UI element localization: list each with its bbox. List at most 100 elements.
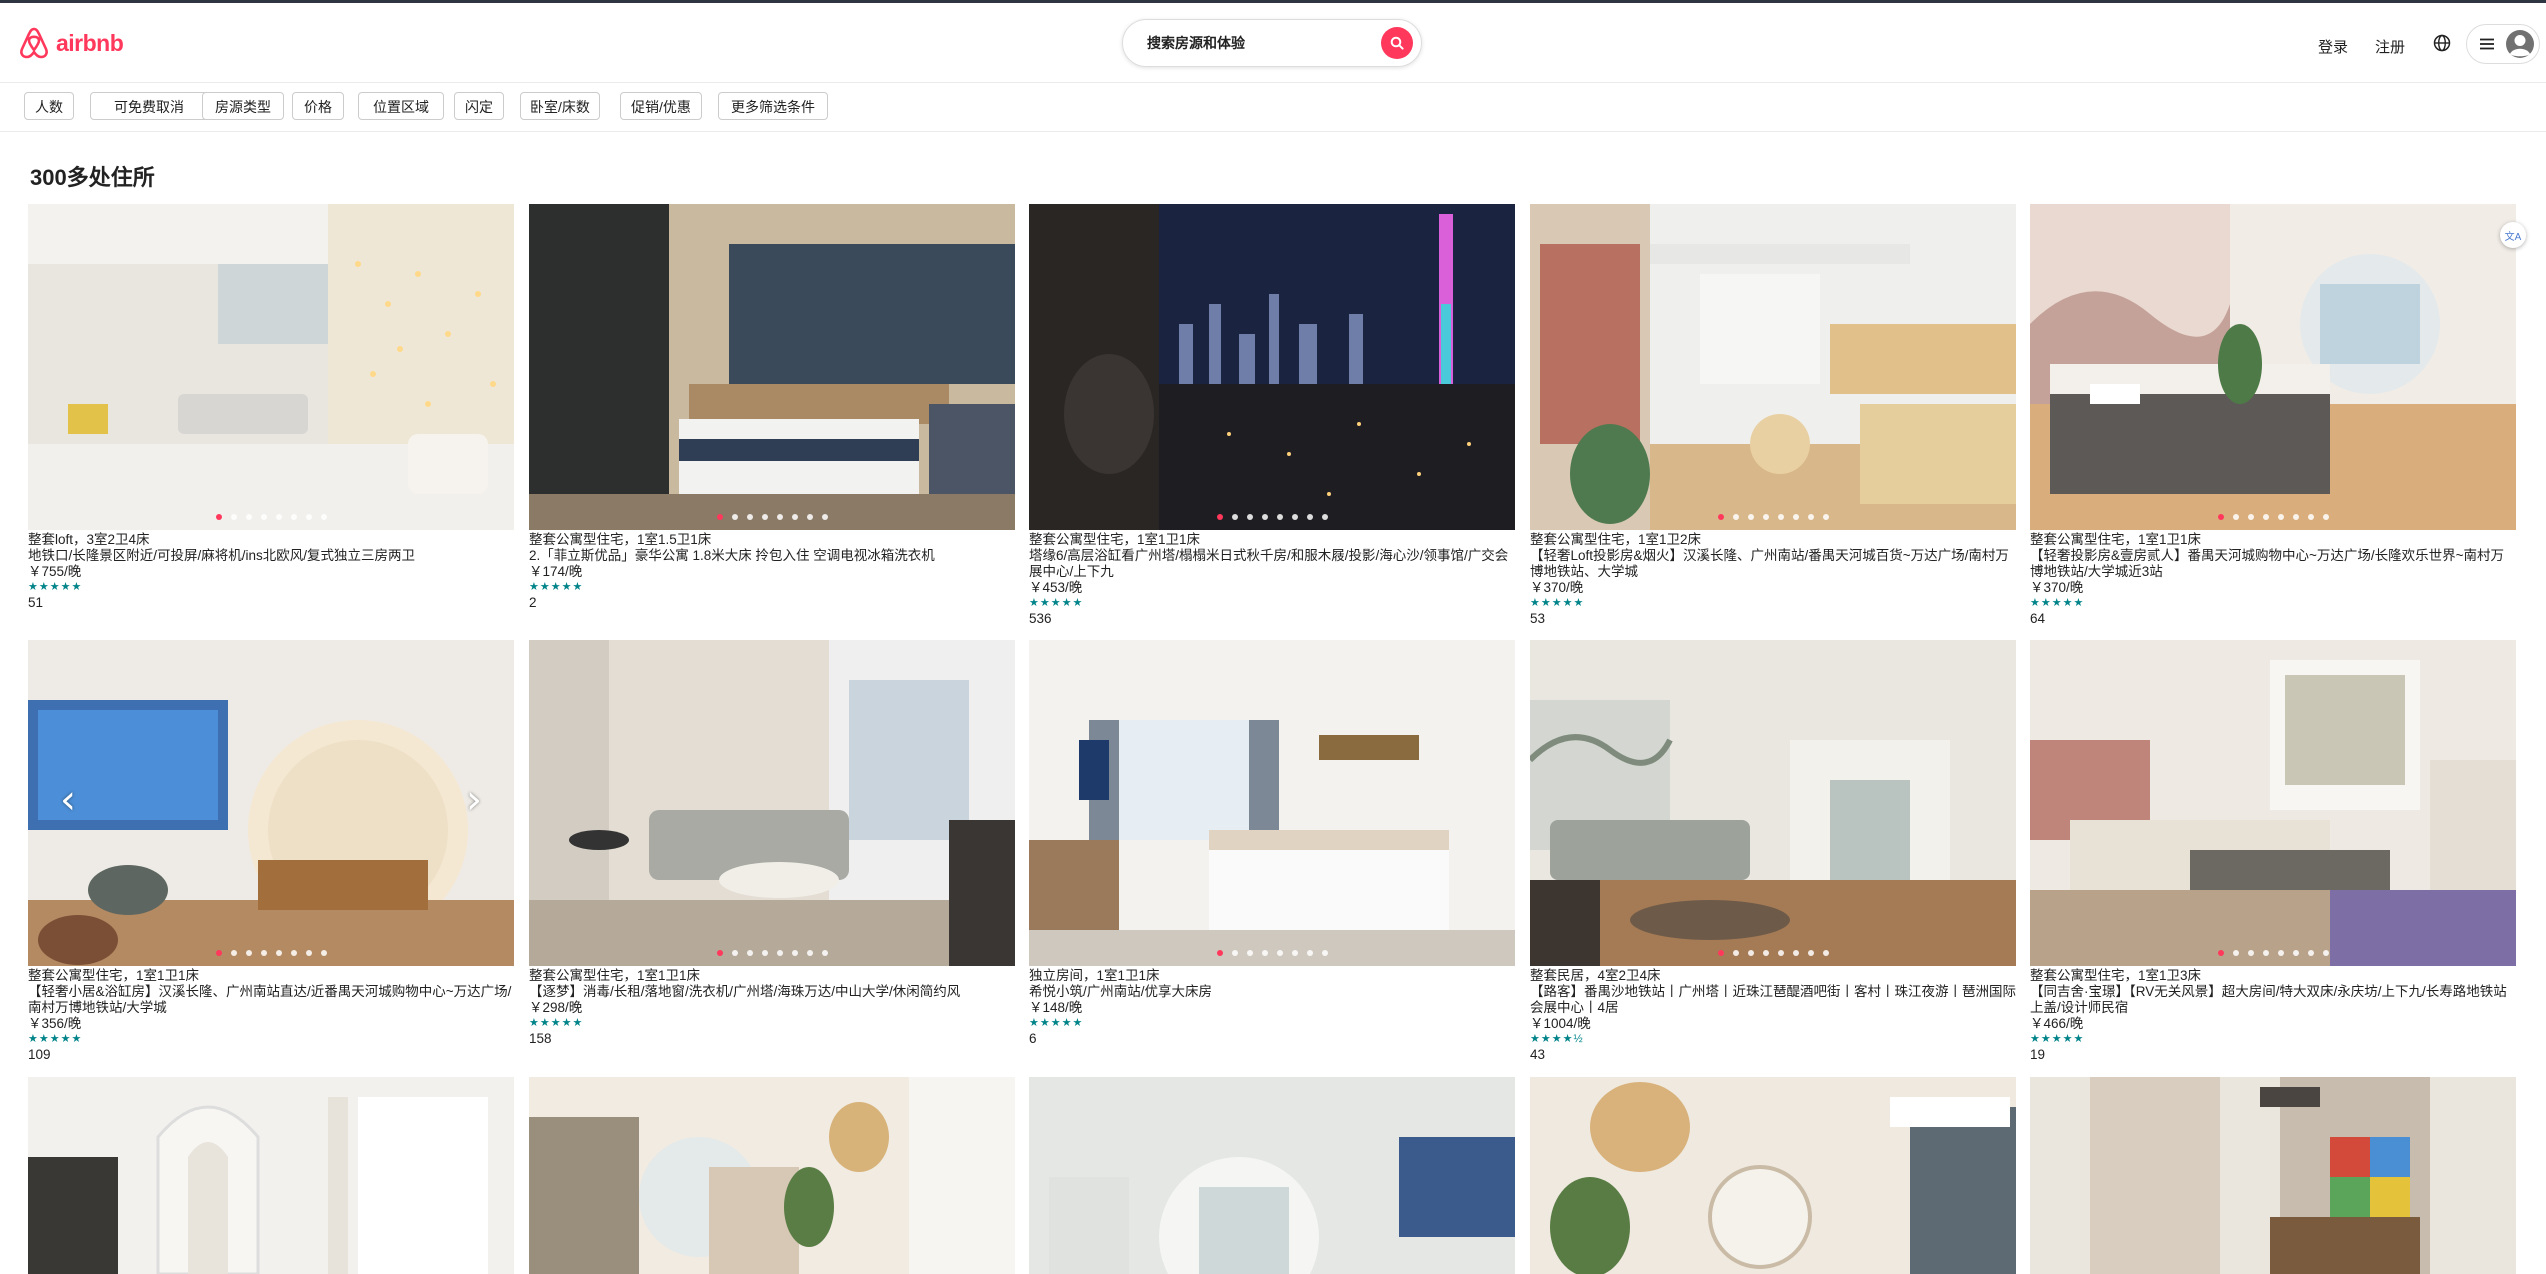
signup-link[interactable]: 注册 [2375,36,2405,57]
pagination-dot[interactable] [245,950,252,956]
listing-photo[interactable] [28,1077,514,1274]
pagination-dot[interactable] [761,950,768,956]
pagination-dot[interactable] [776,950,783,956]
pagination-dot[interactable] [1306,514,1313,520]
listing-photo[interactable] [1530,1077,2016,1274]
listing-photo[interactable] [2030,1077,2516,1274]
login-link[interactable]: 登录 [2318,36,2348,57]
pagination-dot[interactable] [320,950,327,956]
search-input[interactable]: 搜索房源和体验 [1147,33,1381,53]
filter-instant-book[interactable]: 闪定 [454,92,504,120]
pagination-dot[interactable] [791,950,798,956]
pagination-dot[interactable] [1747,514,1754,520]
listing-title[interactable]: 【轻奢投影房&壹房贰人】番禺天河城购物中心~万达广场/长隆欢乐世界~南村万博地铁… [2030,548,2516,580]
search-button[interactable] [1381,27,1413,59]
filter-location[interactable]: 位置区域 [358,92,444,120]
filter-price[interactable]: 价格 [292,92,344,120]
pagination-dot[interactable] [290,514,297,520]
pagination-dot[interactable] [1807,514,1814,520]
pagination-dot[interactable] [230,514,237,520]
listing-card[interactable] [2030,1077,2516,1274]
pagination-dot[interactable] [2277,514,2284,520]
pagination-dot[interactable] [761,514,768,520]
listing-title[interactable]: 【轻奢Loft投影房&烟火】汉溪长隆、广州南站/番禺天河城百货~万达广场/南村万… [1530,548,2016,580]
pagination-dot[interactable] [1276,950,1283,956]
pagination-dot[interactable] [821,514,828,520]
pagination-dot[interactable] [260,950,267,956]
pagination-dot[interactable] [1321,950,1328,956]
listing-card[interactable] [28,1077,514,1274]
pagination-dot[interactable] [320,514,327,520]
listing-photo[interactable] [1029,640,1515,966]
pagination-dot[interactable] [1792,514,1799,520]
pagination-dot[interactable] [2232,950,2239,956]
listing-photo[interactable] [28,204,514,530]
pagination-dot[interactable] [776,514,783,520]
pagination-dot[interactable] [716,514,723,520]
translate-icon[interactable]: 文A [2500,222,2526,248]
next-photo-button[interactable]: › [454,780,494,820]
prev-photo-button[interactable]: ‹ [48,780,88,820]
listing-card[interactable]: 整套公寓型住宅，1室1.5卫1床 2.「菲立斯优品」豪华公寓 1.8米大床 拎包… [529,204,1015,611]
listing-photo[interactable] [2030,640,2516,966]
pagination-dot[interactable] [1321,514,1328,520]
filter-more[interactable]: 更多筛选条件 [718,92,828,120]
pagination-dot[interactable] [2262,514,2269,520]
pagination-dot[interactable] [2217,514,2224,520]
listing-card[interactable] [1029,1077,1515,1274]
listing-title[interactable]: 【逐梦】消毒/长租/落地窗/洗衣机/广州塔/海珠万达/中山大学/休闲简约风 [529,984,1015,1000]
pagination-dot[interactable] [1261,950,1268,956]
pagination-dot[interactable] [2322,950,2329,956]
search-bar[interactable]: 搜索房源和体验 [1122,19,1422,67]
listing-card[interactable]: 整套公寓型住宅，1室1卫2床 【轻奢Loft投影房&烟火】汉溪长隆、广州南站/番… [1530,204,2016,627]
filter-rooms-beds[interactable]: 卧室/床数 [520,92,600,120]
pagination-dot[interactable] [1762,950,1769,956]
listing-card[interactable]: 整套公寓型住宅，1室1卫1床 塔缘6/高层浴缸看广州塔/榻榻米日式秋千房/和服木… [1029,204,1515,627]
user-menu-button[interactable] [2466,24,2540,64]
listing-photo[interactable]: ‹ › [28,640,514,966]
listing-photo[interactable] [2030,204,2516,530]
filter-guests[interactable]: 人数 [24,92,74,120]
pagination-dot[interactable] [275,514,282,520]
listing-photo[interactable] [529,640,1015,966]
pagination-dot[interactable] [1246,950,1253,956]
listing-title[interactable]: 【路客】番禺沙地铁站丨广州塔丨近珠江琶醍酒吧街丨客村丨珠江夜游丨琶洲国际会展中心… [1530,984,2016,1016]
pagination-dot[interactable] [1231,514,1238,520]
listing-photo[interactable] [1029,1077,1515,1274]
listing-card[interactable]: 整套公寓型住宅，1室1卫3床 【同吉舍·宝璟】【RV无关风景】超大房间/特大双床… [2030,640,2516,1063]
pagination-dot[interactable] [215,514,222,520]
pagination-dot[interactable] [2322,514,2329,520]
listing-title[interactable]: 地铁口/长隆景区附近/可投屏/麻将机/ins北欧风/复式独立三房两卫 [28,548,514,564]
pagination-dot[interactable] [791,514,798,520]
globe-icon[interactable] [2432,33,2452,53]
pagination-dot[interactable] [731,950,738,956]
listing-card[interactable]: 整套民居，4室2卫4床 【路客】番禺沙地铁站丨广州塔丨近珠江琶醍酒吧街丨客村丨珠… [1530,640,2016,1063]
pagination-dot[interactable] [746,950,753,956]
pagination-dot[interactable] [2217,950,2224,956]
listing-photo[interactable] [1029,204,1515,530]
listing-card[interactable]: ‹ › 整套公寓型住宅，1室1卫1床 【轻奢小居&浴缸房】汉溪长隆、广州南站直达… [28,640,514,1063]
pagination-dot[interactable] [1777,950,1784,956]
pagination-dot[interactable] [2232,514,2239,520]
pagination-dot[interactable] [1276,514,1283,520]
pagination-dot[interactable] [2247,514,2254,520]
pagination-dot[interactable] [1216,950,1223,956]
pagination-dot[interactable] [1747,950,1754,956]
pagination-dot[interactable] [245,514,252,520]
listing-photo[interactable] [529,204,1015,530]
pagination-dot[interactable] [1291,950,1298,956]
listing-title[interactable]: 塔缘6/高层浴缸看广州塔/榻榻米日式秋千房/和服木屐/投影/海心沙/领事馆/广交… [1029,548,1515,580]
pagination-dot[interactable] [2307,950,2314,956]
listing-card[interactable]: 整套公寓型住宅，1室1卫1床 【逐梦】消毒/长租/落地窗/洗衣机/广州塔/海珠万… [529,640,1015,1047]
pagination-dot[interactable] [1306,950,1313,956]
pagination-dot[interactable] [1261,514,1268,520]
pagination-dot[interactable] [2262,950,2269,956]
pagination-dot[interactable] [305,950,312,956]
pagination-dot[interactable] [1216,514,1223,520]
pagination-dot[interactable] [215,950,222,956]
pagination-dot[interactable] [2292,514,2299,520]
pagination-dot[interactable] [260,514,267,520]
pagination-dot[interactable] [1231,950,1238,956]
pagination-dot[interactable] [716,950,723,956]
listing-title[interactable]: 【同吉舍·宝璟】【RV无关风景】超大房间/特大双床/永庆坊/上下九/长寿路地铁站… [2030,984,2516,1016]
